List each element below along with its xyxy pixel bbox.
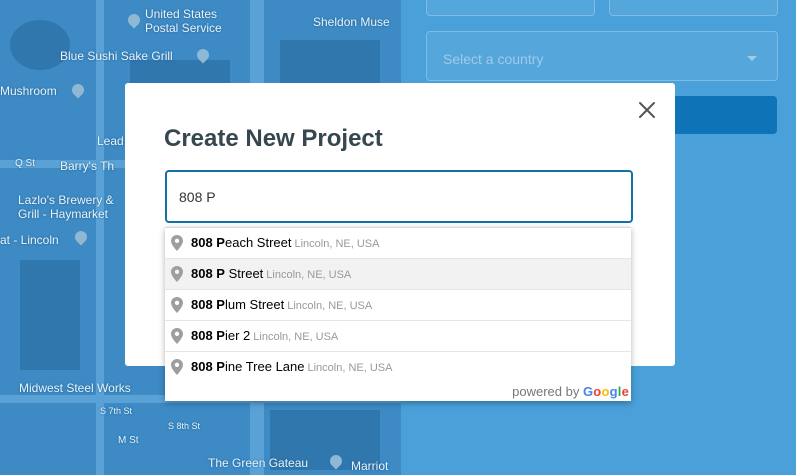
powered-by-text: powered by [512, 384, 580, 399]
map-label: Q St [15, 158, 36, 169]
map-label: Sheldon Muse [313, 15, 390, 29]
chevron-down-icon [747, 56, 757, 61]
map-block [20, 260, 80, 370]
autocomplete-match: 808 P [191, 235, 225, 250]
location-pin-icon [171, 235, 183, 251]
autocomplete-match: 808 P [191, 266, 225, 281]
map-road [96, 0, 104, 475]
autocomplete-secondary-text: Lincoln, NE, USA [287, 300, 373, 312]
autocomplete-main-text: each Street [224, 235, 292, 250]
autocomplete-match: 808 P [191, 328, 225, 343]
address-input[interactable] [165, 170, 633, 223]
autocomplete-item[interactable]: 808 Pine Tree Lane Lincoln, NE, USA [165, 352, 631, 383]
map-label: Mushroom [0, 84, 57, 98]
autocomplete-main-text: Street [224, 266, 264, 281]
map-pin-icon [125, 11, 143, 29]
map-label: S 8th St [168, 421, 201, 431]
autocomplete-main-text: lum Street [224, 297, 285, 312]
map-label: Postal Service [145, 21, 222, 35]
map-label: Lazlo's Brewery & [18, 193, 114, 207]
map-label: Marriot [351, 459, 389, 473]
autocomplete-match: 808 P [191, 297, 225, 312]
location-pin-icon [171, 359, 183, 375]
background-input [609, 0, 778, 16]
autocomplete-main-text: ier 2 [224, 328, 251, 343]
location-pin-icon [171, 328, 183, 344]
modal-title: Create New Project [164, 125, 383, 152]
close-button[interactable] [635, 98, 659, 122]
autocomplete-item[interactable]: 808 P Street Lincoln, NE, USA [165, 259, 631, 290]
country-select: Select a country [426, 31, 778, 81]
map-label: S 7th St [100, 406, 133, 416]
map-pin-icon [72, 228, 90, 246]
map-label: at - Lincoln [0, 233, 59, 247]
map-pin-icon [69, 81, 87, 99]
autocomplete-secondary-text: Lincoln, NE, USA [294, 238, 380, 250]
autocomplete-secondary-text: Lincoln, NE, USA [266, 269, 352, 281]
map-label: Barry's Th [60, 159, 115, 173]
google-logo: Google [582, 384, 629, 399]
location-pin-icon [171, 266, 183, 282]
autocomplete-item[interactable]: 808 Plum Street Lincoln, NE, USA [165, 290, 631, 321]
background-input [426, 0, 595, 16]
map-label: Midwest Steel Works [19, 381, 131, 395]
country-select-placeholder: Select a country [443, 51, 544, 67]
location-pin-icon [171, 297, 183, 313]
autocomplete-secondary-text: Lincoln, NE, USA [307, 362, 393, 374]
map-label: Grill - Haymarket [18, 207, 109, 221]
map-label: Lead [97, 134, 124, 148]
map-label: United States [145, 7, 218, 21]
autocomplete-main-text: ine Tree Lane [224, 359, 305, 374]
map-label: Blue Sushi Sake Grill [60, 49, 173, 63]
autocomplete-match: 808 P [191, 359, 225, 374]
close-icon [639, 102, 655, 118]
autocomplete-secondary-text: Lincoln, NE, USA [253, 331, 339, 343]
map-label: M St [118, 435, 139, 446]
autocomplete-item[interactable]: 808 Peach Street Lincoln, NE, USA [165, 228, 631, 259]
autocomplete-item[interactable]: 808 Pier 2 Lincoln, NE, USA [165, 321, 631, 352]
address-autocomplete-dropdown: 808 Peach Street Lincoln, NE, USA 808 P S… [165, 227, 631, 401]
powered-by-google: powered by Google [512, 384, 629, 399]
map-label: The Green Gateau [208, 456, 309, 470]
